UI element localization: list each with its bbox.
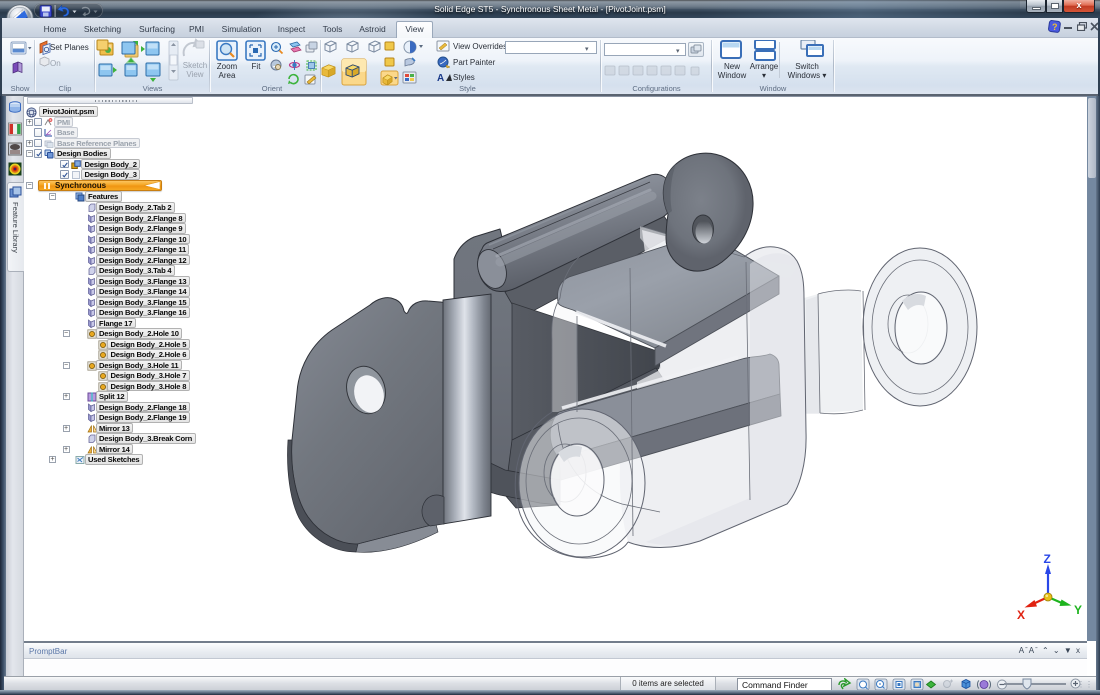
- svg-text:Z: Z: [1044, 552, 1051, 566]
- svg-text:X: X: [1017, 608, 1025, 622]
- svg-text:Y: Y: [1074, 603, 1082, 617]
